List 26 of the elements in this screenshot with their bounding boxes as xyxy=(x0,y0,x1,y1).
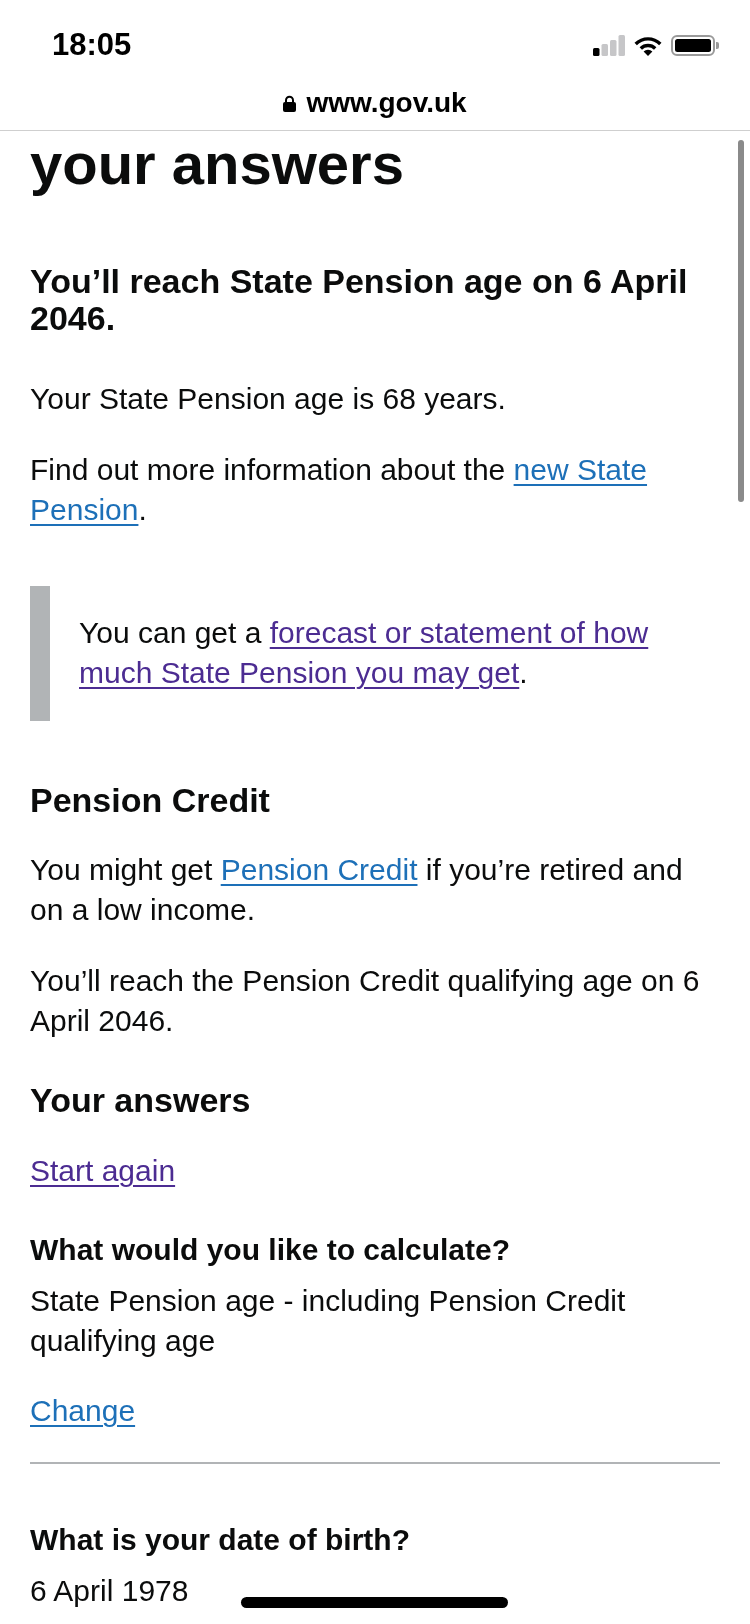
paragraph: Your State Pension age is 68 years. xyxy=(30,381,507,417)
paragraph: Find out more information about the new State Pension. xyxy=(30,452,649,528)
lock-icon xyxy=(283,94,297,112)
status-time: 18:05 xyxy=(52,27,132,63)
battery-icon xyxy=(671,34,719,56)
heading: Your answers xyxy=(30,1082,252,1119)
paragraph: You might get Pension Credit if you’re retired and on a low income. xyxy=(30,852,684,928)
answer-text: 6 April 1978 xyxy=(30,1573,189,1609)
question-text: What is your date of birth? xyxy=(30,1522,410,1558)
text-link[interactable]: new State xyxy=(513,453,648,486)
question-text: What would you like to calculate? xyxy=(30,1232,511,1268)
signal-icon xyxy=(593,34,625,56)
change-link[interactable]: Change xyxy=(30,1394,136,1427)
page-title: your answers xyxy=(30,132,405,196)
text-link[interactable]: forecast or statement of how xyxy=(269,616,649,649)
answer-text: State Pension age - including Pension Credit qualifying age xyxy=(30,1283,627,1359)
text-link[interactable]: much State Pension you may get xyxy=(79,656,520,689)
paragraph: You’ll reach the Pension Credit qualifying age on 6 April 2046. xyxy=(30,963,701,1039)
text-link[interactable]: Pension Credit xyxy=(220,853,418,886)
heading: You’ll reach State Pension age on 6 April 2046. xyxy=(30,263,689,337)
start-again-link[interactable]: Start again xyxy=(30,1154,176,1187)
text-link[interactable]: Pension xyxy=(30,493,139,526)
wifi-icon xyxy=(633,34,663,56)
heading: Pension Credit xyxy=(30,782,271,819)
address-bar[interactable]: www.gov.uk xyxy=(281,82,469,124)
paragraph: You can get a forecast or statement of how much State Pension you may get. xyxy=(79,615,650,691)
